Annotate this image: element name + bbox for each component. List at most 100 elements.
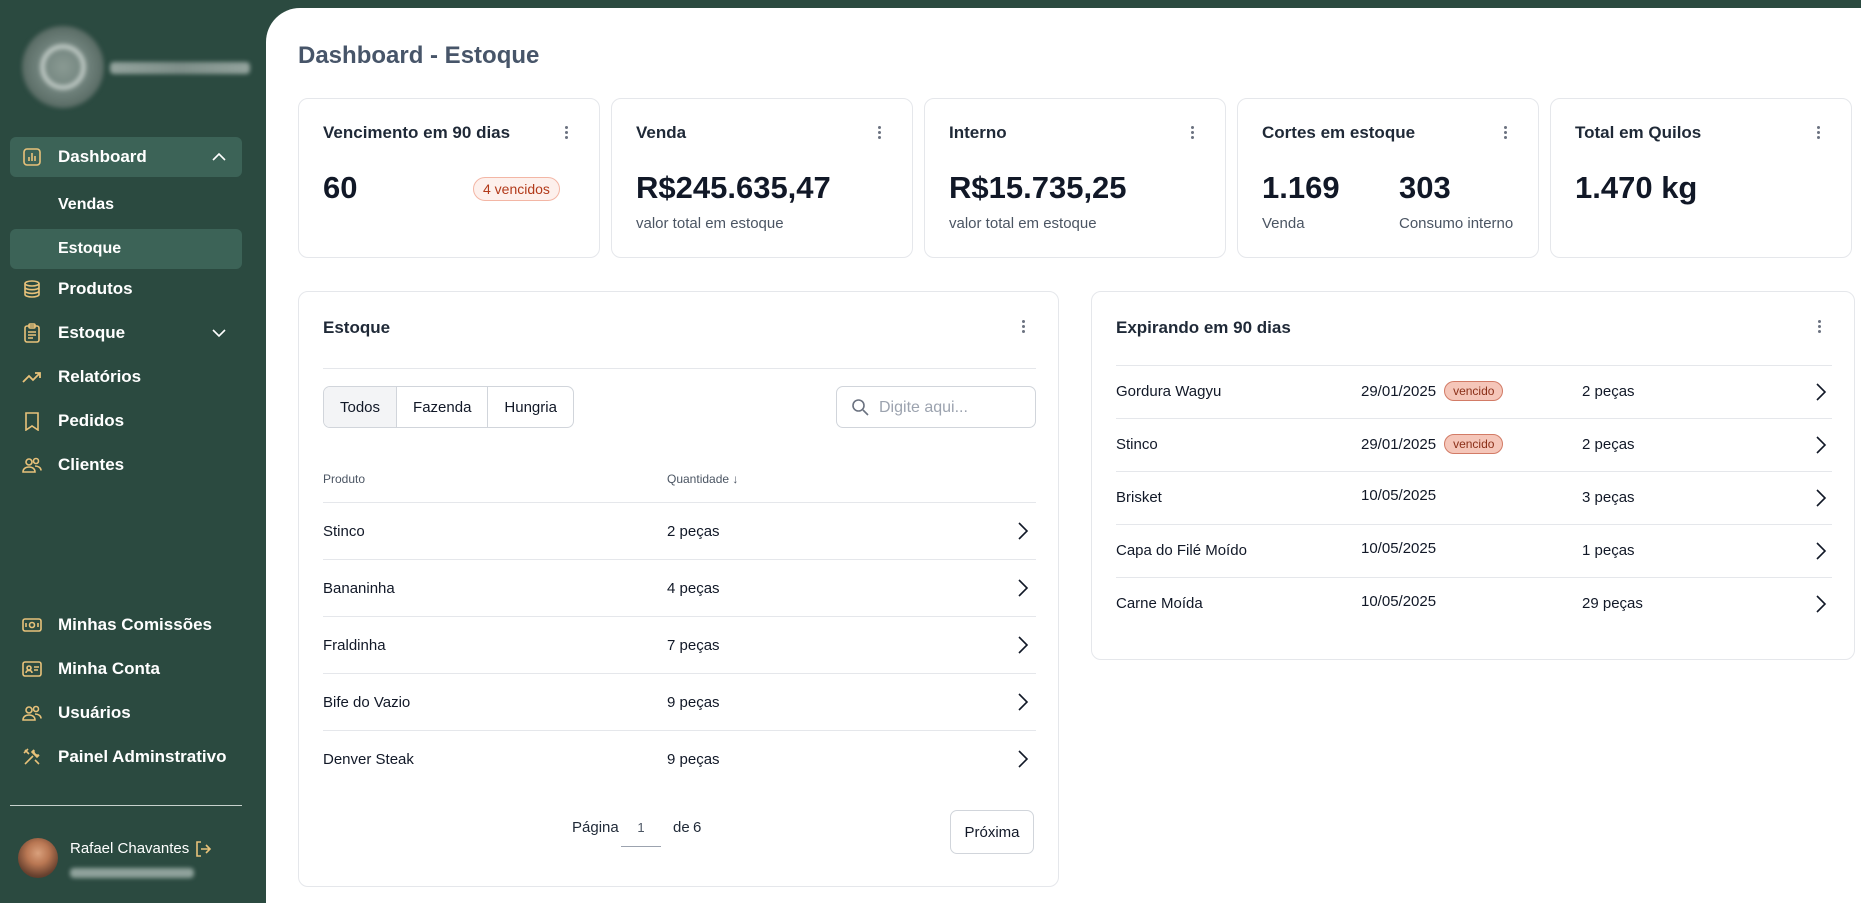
logo[interactable]: [22, 26, 252, 114]
chevron-right-icon[interactable]: [1016, 577, 1030, 599]
stat-card-venda: Venda R$245.635,47 valor total em estoqu…: [611, 98, 913, 258]
sidebar-item-label: Estoque: [58, 323, 126, 342]
search-input[interactable]: [877, 395, 1031, 421]
sidebar-item-label: Produtos: [58, 279, 133, 298]
stat-title: Total em Quilos: [1575, 123, 1702, 142]
sidebar-item-estoque[interactable]: Estoque: [10, 313, 242, 353]
sidebar-item-pedidos[interactable]: Pedidos: [10, 401, 242, 441]
search-icon: [852, 399, 869, 416]
table-row[interactable]: Denver Steak 9 peças: [323, 730, 1036, 788]
sidebar-item-minha-conta[interactable]: Minha Conta: [10, 649, 242, 689]
sidebar-item-label: Relatórios: [58, 367, 142, 386]
sidebar-item-label: Usuários: [58, 703, 131, 722]
chevron-right-icon[interactable]: [1814, 381, 1828, 403]
sidebar-subitem-vendas[interactable]: Vendas: [10, 185, 242, 225]
expiring-qty: 3 peças: [1582, 489, 1635, 506]
table-row[interactable]: Stinco 2 peças: [323, 502, 1036, 560]
bar-chart-icon: [23, 148, 41, 166]
kebab-menu-icon[interactable]: [1191, 126, 1195, 140]
sidebar-item-label: Dashboard: [58, 147, 147, 166]
column-header-quantidade[interactable]: Quantidade ↓: [667, 472, 738, 486]
column-header-produto[interactable]: Produto: [323, 472, 365, 486]
chevron-right-icon[interactable]: [1016, 748, 1030, 770]
chevron-right-icon[interactable]: [1814, 434, 1828, 456]
stat-title: Vencimento em 90 dias: [323, 123, 511, 142]
search-box[interactable]: [836, 386, 1036, 428]
banknote-icon: [22, 618, 42, 632]
logout-icon[interactable]: [194, 840, 212, 858]
divider: [323, 368, 1036, 369]
expiring-date: 29/01/2025 vencido: [1361, 434, 1504, 454]
table-row[interactable]: Fraldinha 7 peças: [323, 616, 1036, 674]
stat-card-cortes: Cortes em estoque 1.169 Venda 303 Consum…: [1237, 98, 1539, 258]
sidebar-item-clientes[interactable]: Clientes: [10, 445, 242, 485]
user-email-redacted: [70, 868, 194, 878]
stat-value-secondary: 303: [1399, 170, 1451, 205]
expiring-date: 10/05/2025: [1361, 540, 1436, 557]
chevron-right-icon[interactable]: [1016, 634, 1030, 656]
user-profile[interactable]: Rafael Chavantes: [18, 836, 250, 886]
pagination-label: Página: [572, 819, 619, 836]
chevron-down-icon[interactable]: [210, 324, 228, 342]
expiring-product: Capa do Filé Moído: [1116, 542, 1247, 559]
table-row[interactable]: Bananinha 4 peças: [323, 559, 1036, 617]
filter-todos[interactable]: Todos: [324, 387, 398, 427]
next-page-button[interactable]: Próxima: [950, 810, 1034, 854]
kebab-menu-icon[interactable]: [1504, 126, 1508, 140]
list-item[interactable]: Brisket 10/05/2025 3 peças: [1116, 471, 1832, 525]
sidebar-item-dashboard[interactable]: Dashboard: [10, 137, 242, 177]
chevron-up-icon[interactable]: [210, 148, 228, 166]
kebab-menu-icon[interactable]: [1817, 126, 1821, 140]
expiring-card: Expirando em 90 dias Gordura Wagyu 29/01…: [1091, 291, 1855, 660]
chevron-right-icon[interactable]: [1814, 540, 1828, 562]
stat-value: R$245.635,47: [636, 170, 831, 205]
bookmark-icon: [25, 412, 39, 431]
expiring-date: 29/01/2025 vencido: [1361, 381, 1504, 401]
clipboard-icon: [24, 323, 40, 343]
cell-product: Stinco: [323, 523, 365, 540]
stat-title: Cortes em estoque: [1262, 123, 1416, 142]
sidebar-item-comissoes[interactable]: Minhas Comissões: [10, 605, 242, 645]
list-item[interactable]: Gordura Wagyu 29/01/2025 vencido 2 peças: [1116, 365, 1832, 419]
sidebar-item-label: Minhas Comissões: [58, 615, 212, 634]
kebab-menu-icon[interactable]: [1818, 320, 1822, 334]
users-icon: [22, 457, 42, 473]
stat-card-vencimento: Vencimento em 90 dias 60 4 vencidos: [298, 98, 600, 258]
cell-product: Denver Steak: [323, 751, 414, 768]
page-title: Dashboard - Estoque: [298, 42, 540, 69]
filter-hungria[interactable]: Hungria: [488, 387, 573, 427]
expired-badge: vencido: [1444, 434, 1504, 454]
expiring-qty: 2 peças: [1582, 383, 1635, 400]
chevron-right-icon[interactable]: [1814, 593, 1828, 615]
expiring-product: Gordura Wagyu: [1116, 383, 1222, 400]
date-text: 29/01/2025: [1361, 382, 1437, 400]
avatar[interactable]: [18, 838, 58, 878]
expiring-product: Carne Moída: [1116, 595, 1203, 612]
sidebar-item-label: Estoque: [58, 240, 122, 257]
cell-quantity: 7 peças: [667, 637, 720, 654]
sidebar-item-usuarios[interactable]: Usuários: [10, 693, 242, 733]
list-item[interactable]: Stinco 29/01/2025 vencido 2 peças: [1116, 418, 1832, 472]
table-row[interactable]: Bife do Vazio 9 peças: [323, 673, 1036, 731]
kebab-menu-icon[interactable]: [1022, 320, 1026, 334]
kebab-menu-icon[interactable]: [878, 126, 882, 140]
sidebar-item-relatorios[interactable]: Relatórios: [10, 357, 242, 397]
cell-product: Fraldinha: [323, 637, 386, 654]
stat-subtitle-secondary: Consumo interno: [1399, 215, 1514, 232]
sidebar-item-painel-admin[interactable]: Painel Adminstrativo: [10, 737, 242, 777]
kebab-menu-icon[interactable]: [565, 126, 569, 140]
filter-fazenda[interactable]: Fazenda: [397, 387, 489, 427]
list-item[interactable]: Carne Moída 10/05/2025 29 peças: [1116, 577, 1832, 631]
stat-card-quilos: Total em Quilos 1.470 kg: [1550, 98, 1852, 258]
stat-title: Interno: [949, 123, 1007, 142]
list-item[interactable]: Capa do Filé Moído 10/05/2025 1 peças: [1116, 524, 1832, 578]
cell-quantity: 9 peças: [667, 751, 720, 768]
sidebar-item-label: Clientes: [58, 455, 125, 474]
chevron-right-icon[interactable]: [1814, 487, 1828, 509]
sidebar-item-produtos[interactable]: Produtos: [10, 269, 242, 309]
chevron-right-icon[interactable]: [1016, 691, 1030, 713]
sidebar-subitem-estoque[interactable]: Estoque: [10, 229, 242, 269]
section-title: Expirando em 90 dias: [1116, 318, 1291, 337]
chevron-right-icon[interactable]: [1016, 520, 1030, 542]
page-number-input[interactable]: 1: [621, 810, 661, 847]
